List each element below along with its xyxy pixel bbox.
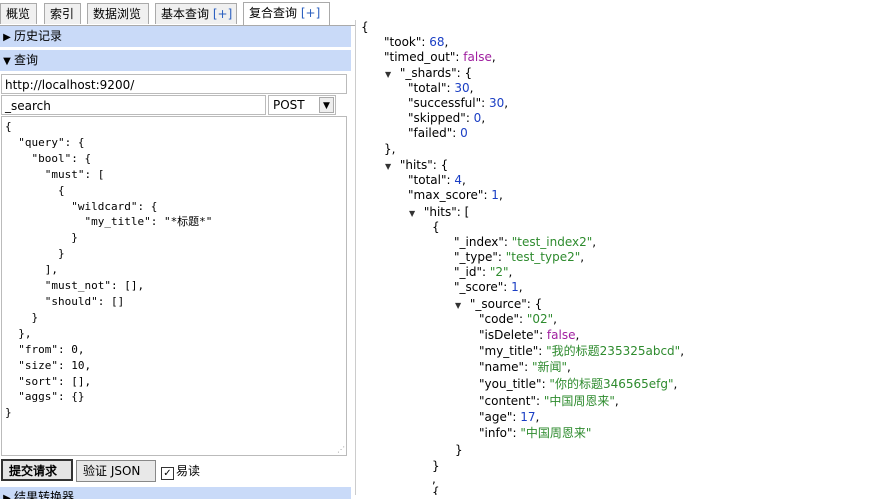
tab-indices[interactable]: 索引 [44, 3, 81, 24]
chevron-down-icon: ▼ [319, 97, 334, 113]
collapse-toggle-icon[interactable]: ▼ [385, 159, 396, 174]
json-line-info: "info": "中国周恩来" [479, 426, 592, 440]
response-viewer: { "took": 68, "timed_out": false, ▼ "_sh… [355, 20, 878, 495]
json-line-hits-array: ▼ "hits": [ [409, 205, 470, 221]
json-line-name: "name": "新闻", [479, 360, 571, 374]
json-line-code: "code": "02", [479, 312, 557, 326]
method-select[interactable]: POST ▼ [268, 95, 336, 115]
url-input[interactable]: http://localhost:9200/ [1, 74, 347, 94]
json-line-timed-out: "timed_out": false, [384, 50, 496, 64]
json-line-shards: ▼ "_shards": { [385, 66, 473, 82]
json-line-content: "content": "中国周恩来", [479, 394, 619, 408]
query-panel: ▶ 历史记录 ▼ 查询 http://localhost:9200/ _search… [0, 26, 351, 499]
json-line-max-score: "max_score": 1, [408, 188, 503, 202]
json-line-score: "_score": 1, [454, 280, 523, 294]
query-accordion[interactable]: ▼ 查询 [0, 50, 351, 71]
tab-browser[interactable]: 数据浏览 [87, 3, 149, 24]
json-line-isdelete: "isDelete": false, [479, 328, 580, 342]
caret-right-icon: ▶ [3, 493, 11, 499]
json-line-shards-failed: "failed": 0 [408, 126, 468, 140]
json-line-shards-skipped: "skipped": 0, [408, 111, 486, 125]
json-line-index: "_index": "test_index2", [454, 235, 597, 249]
json-line-took: "took": 68, [384, 35, 449, 49]
json-open-brace: { [432, 220, 440, 234]
json-line-age: "age": 17, [479, 410, 540, 424]
query-label: 查询 [14, 53, 39, 67]
json-open-brace: { [432, 485, 440, 495]
validate-json-button[interactable]: 验证 JSON [76, 460, 156, 482]
json-open-brace: { [361, 20, 369, 34]
json-line-my-title: "my_title": "我的标题235325abcd", [479, 344, 685, 358]
tab-label: 数据浏览 [93, 7, 142, 21]
caret-down-icon: ▼ [3, 56, 11, 67]
json-close-brace: }, [384, 142, 396, 156]
json-close-brace: } [455, 443, 463, 457]
path-input[interactable]: _search [1, 95, 266, 115]
tab-label: 索引 [50, 7, 75, 21]
easy-read-checkbox[interactable]: ✓ 易读 [161, 463, 200, 480]
json-line-source: ▼ "_source": { [455, 297, 543, 313]
tab-label: 概览 [6, 7, 31, 21]
submit-request-button[interactable]: 提交请求 [1, 459, 73, 481]
caret-right-icon: ▶ [3, 32, 11, 43]
method-value: POST [273, 98, 305, 112]
resize-grip-icon[interactable]: ⋰ [337, 446, 345, 454]
result-transformer-accordion[interactable]: ▶ 结果转换器 [0, 487, 351, 499]
tab-compound-query[interactable]: 复合查询 [+] [243, 2, 330, 25]
tab-plus[interactable]: [+] [213, 7, 232, 21]
checkbox-checked-icon: ✓ [161, 467, 174, 480]
json-line-hits-total: "total": 4, [408, 173, 466, 187]
collapse-toggle-icon[interactable]: ▼ [455, 298, 466, 313]
collapse-toggle-icon[interactable]: ▼ [385, 67, 396, 82]
query-body-text: { "query": { "bool": { "must": [ { "wild… [5, 120, 213, 420]
json-line-you-title: "you_title": "你的标题346565efg", [479, 377, 678, 391]
json-line-hits: ▼ "hits": { [385, 158, 449, 174]
collapse-toggle-icon[interactable]: ▼ [409, 206, 420, 221]
tab-basic-query[interactable]: 基本查询 [+] [155, 3, 237, 24]
tab-overview[interactable]: 概览 [0, 3, 37, 24]
query-body-editor[interactable]: { "query": { "bool": { "must": [ { "wild… [1, 116, 347, 456]
json-line-shards-total: "total": 30, [408, 81, 474, 95]
history-accordion[interactable]: ▶ 历史记录 [0, 26, 351, 47]
json-line-id: "_id": "2", [454, 265, 513, 279]
easy-read-label: 易读 [176, 464, 201, 478]
tab-label: 基本查询 [161, 7, 213, 21]
json-line-shards-successful: "successful": 30, [408, 96, 509, 110]
history-label: 历史记录 [14, 29, 63, 43]
tab-label: 复合查询 [249, 6, 301, 20]
tab-plus[interactable]: [+] [301, 6, 320, 20]
json-line-type: "_type": "test_type2", [454, 250, 585, 264]
